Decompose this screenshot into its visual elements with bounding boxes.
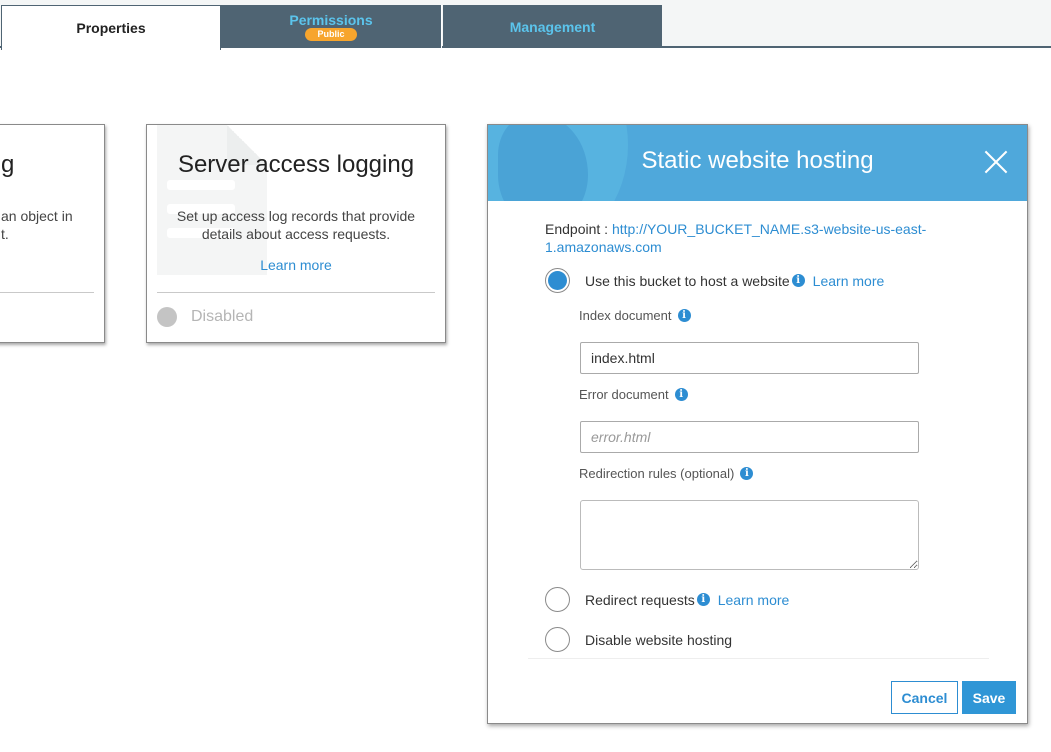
index-document-input[interactable] bbox=[580, 342, 919, 374]
tab-properties[interactable]: Properties bbox=[1, 5, 221, 50]
redirection-rules-textarea[interactable] bbox=[580, 500, 919, 570]
info-icon[interactable]: i bbox=[677, 309, 691, 322]
page: Properties Permissions Public Management… bbox=[0, 0, 1051, 752]
disable-hosting-label: Disable website hosting bbox=[585, 631, 733, 648]
card-divider bbox=[157, 292, 435, 293]
tab-properties-label: Properties bbox=[76, 20, 146, 36]
endpoint-label: Endpoint : bbox=[545, 221, 609, 237]
disable-hosting-radio[interactable] bbox=[545, 627, 570, 652]
partial-property-card[interactable]: g an object in t. bbox=[0, 124, 105, 343]
endpoint: Endpoint : http://YOUR_BUCKET_NAME.s3-we… bbox=[545, 220, 965, 256]
info-icon[interactable]: i bbox=[791, 274, 805, 287]
option-redirect-requests[interactable]: Redirect requests i Learn more bbox=[545, 587, 789, 612]
learn-more-link[interactable]: Learn more bbox=[718, 592, 790, 608]
status-indicator: Disabled bbox=[157, 307, 253, 327]
close-icon[interactable] bbox=[983, 149, 1009, 175]
card-description: Set up access log records that provide d… bbox=[176, 208, 416, 242]
panel-divider bbox=[528, 658, 989, 659]
status-label: Disabled bbox=[191, 308, 254, 325]
card-divider bbox=[0, 292, 94, 293]
card-description-line: an object in bbox=[1, 208, 73, 224]
host-website-radio[interactable] bbox=[545, 268, 570, 293]
error-document-label: Error document i bbox=[579, 387, 696, 402]
panel-title: Static website hosting bbox=[641, 147, 874, 174]
redirection-rules-label: Redirection rules (optional) i bbox=[579, 466, 761, 481]
public-badge: Public bbox=[305, 28, 357, 41]
info-icon[interactable]: i bbox=[674, 388, 688, 401]
tab-management-label: Management bbox=[509, 18, 596, 35]
card-title: Server access logging bbox=[177, 151, 415, 178]
learn-more-link[interactable]: Learn more bbox=[147, 257, 445, 273]
redirect-requests-label: Redirect requests bbox=[585, 591, 695, 608]
learn-more-link[interactable]: Learn more bbox=[813, 273, 885, 289]
tab-permissions[interactable]: Permissions Public bbox=[221, 5, 442, 48]
redirection-rules-label-text: Redirection rules (optional) bbox=[579, 466, 735, 481]
save-button[interactable]: Save bbox=[962, 681, 1016, 714]
index-document-label-text: Index document bbox=[579, 308, 672, 323]
tab-bar: Properties Permissions Public Management bbox=[0, 0, 1051, 50]
info-icon[interactable]: i bbox=[740, 467, 754, 480]
option-disable-hosting[interactable]: Disable website hosting bbox=[545, 627, 732, 652]
info-icon[interactable]: i bbox=[696, 593, 710, 606]
document-icon bbox=[157, 125, 267, 275]
host-website-label: Use this bucket to host a website bbox=[585, 272, 790, 289]
card-title: g bbox=[1, 151, 15, 178]
error-document-input[interactable] bbox=[580, 421, 919, 453]
cancel-button[interactable]: Cancel bbox=[891, 681, 958, 714]
server-access-logging-card[interactable]: Server access logging Set up access log … bbox=[146, 124, 446, 343]
status-dot-icon bbox=[157, 307, 177, 327]
redirect-requests-radio[interactable] bbox=[545, 587, 570, 612]
option-host-website[interactable]: Use this bucket to host a website i Lear… bbox=[545, 268, 884, 293]
panel-header: Static website hosting bbox=[488, 125, 1027, 201]
card-description-line: t. bbox=[1, 226, 9, 242]
card-description: an object in t. bbox=[1, 207, 94, 243]
index-document-label: Index document i bbox=[579, 308, 699, 323]
error-document-label-text: Error document bbox=[579, 387, 669, 402]
tab-management[interactable]: Management bbox=[443, 5, 662, 48]
tab-permissions-label: Permissions bbox=[289, 12, 373, 28]
static-website-hosting-panel: Static website hosting Endpoint : http:/… bbox=[487, 124, 1028, 724]
